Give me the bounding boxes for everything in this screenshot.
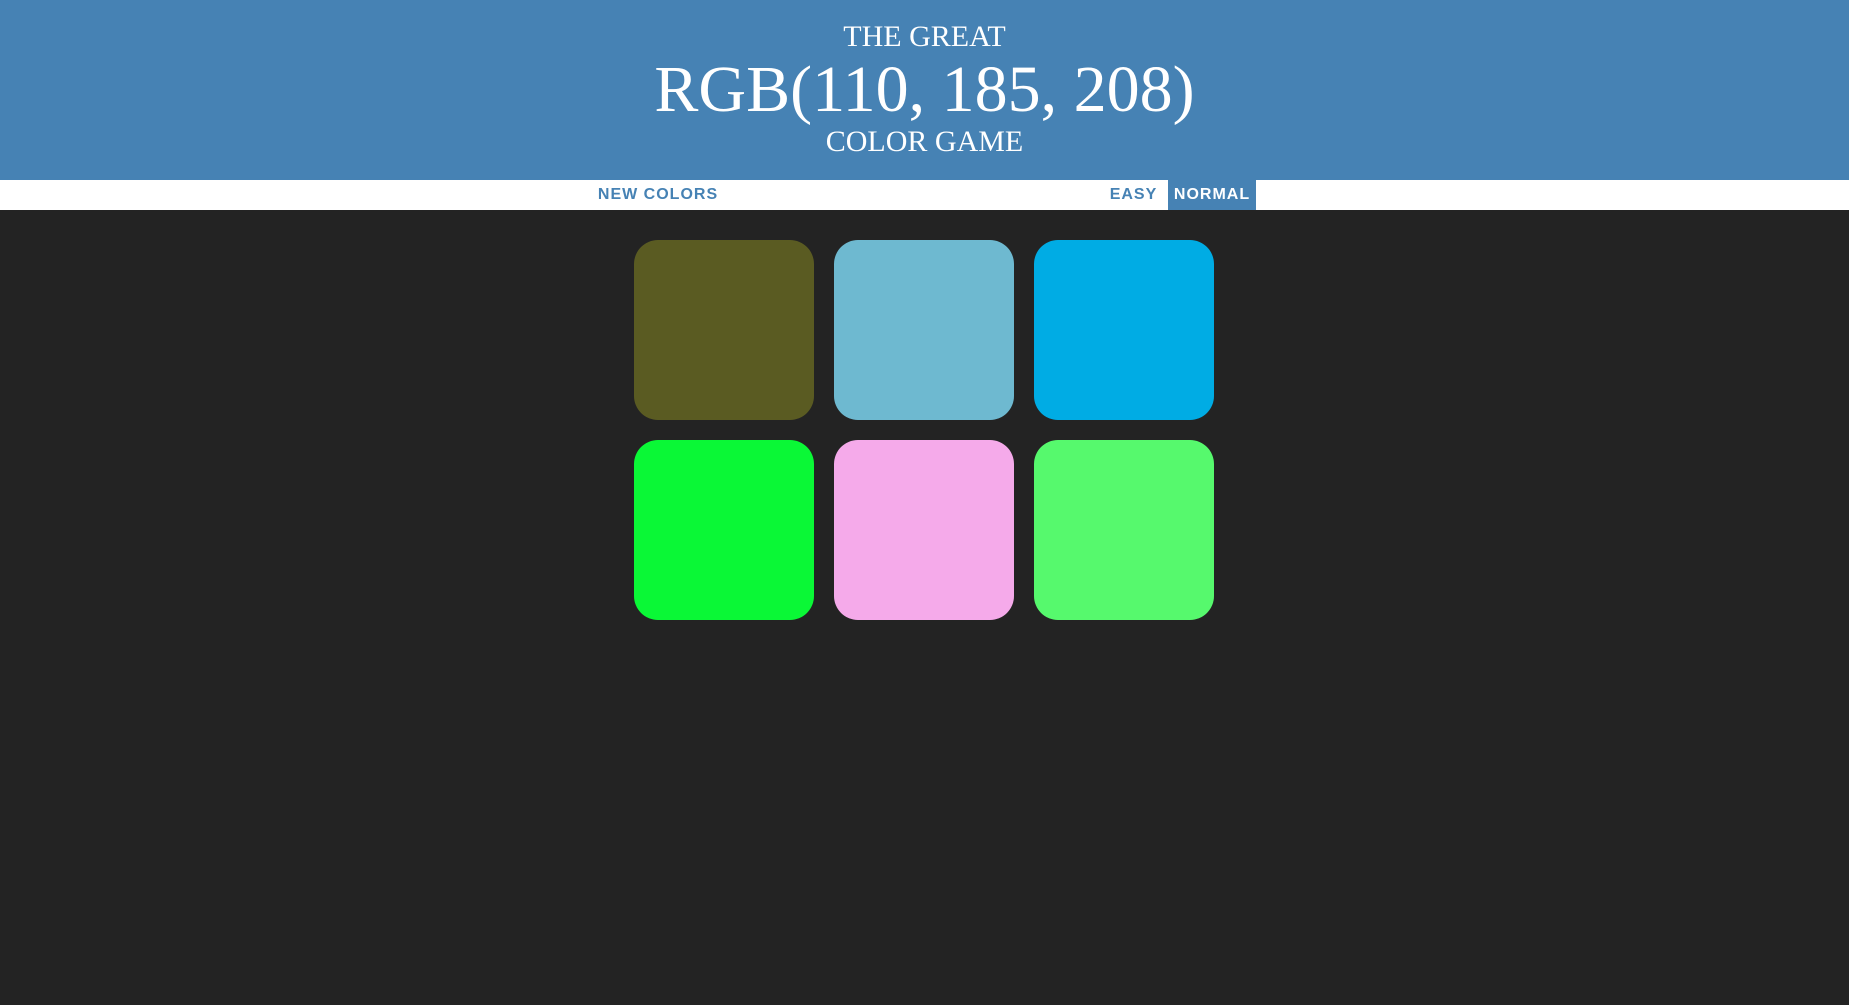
header: THE GREAT RGB(110, 185, 208) COLOR GAME bbox=[0, 0, 1849, 180]
color-square[interactable] bbox=[834, 440, 1014, 620]
color-square[interactable] bbox=[834, 240, 1014, 420]
color-square[interactable] bbox=[634, 240, 814, 420]
color-square[interactable] bbox=[1034, 440, 1214, 620]
rgb-display: RGB(110, 185, 208) bbox=[654, 53, 1195, 126]
normal-mode-button[interactable]: NORMAL bbox=[1168, 180, 1256, 210]
easy-mode-button[interactable]: EASY bbox=[1102, 180, 1165, 210]
new-colors-button[interactable]: NEW COLORS bbox=[592, 180, 724, 210]
color-square[interactable] bbox=[1034, 240, 1214, 420]
color-square[interactable] bbox=[634, 440, 814, 620]
control-stripe: NEW COLORS EASY NORMAL bbox=[0, 180, 1849, 210]
title-the-great: THE GREAT bbox=[843, 20, 1006, 53]
title-color-game: COLOR GAME bbox=[825, 125, 1024, 158]
color-grid bbox=[0, 210, 1849, 1005]
